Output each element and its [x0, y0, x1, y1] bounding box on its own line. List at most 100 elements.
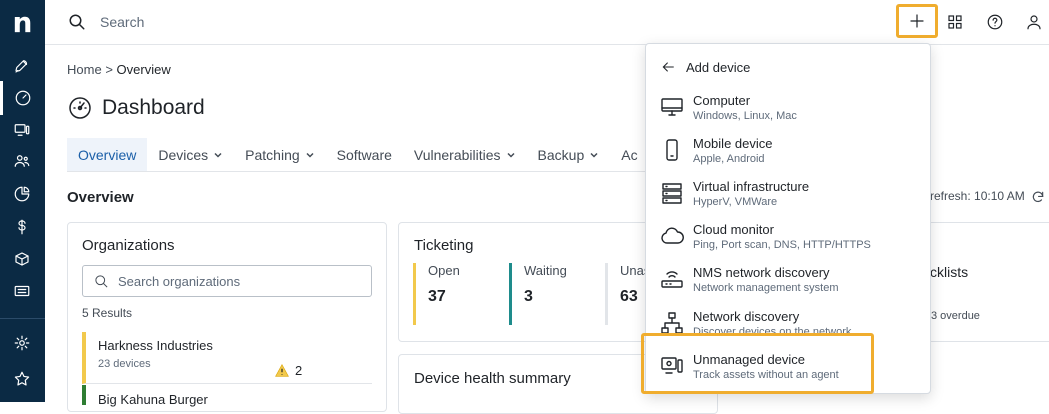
- gear-icon[interactable]: [11, 332, 33, 354]
- star-icon[interactable]: [11, 368, 33, 390]
- tab-label: Patching: [245, 146, 300, 163]
- user-button[interactable]: [1022, 10, 1046, 34]
- search-icon: [95, 275, 108, 288]
- box-icon[interactable]: [11, 248, 33, 270]
- page-header: Dashboard: [68, 96, 205, 120]
- menu-item-title: Computer: [693, 93, 751, 108]
- menu-item-title: Network discovery: [693, 309, 800, 324]
- chevron-down-icon: [214, 152, 222, 158]
- sidebar: n: [0, 0, 45, 402]
- menu-item-title: Mobile device: [693, 136, 773, 151]
- tab-vulnerabilities[interactable]: Vulnerabilities: [403, 138, 527, 171]
- search-input[interactable]: Search: [100, 14, 144, 30]
- menu-item-virtual-infrastructure[interactable]: Virtual infrastructure HyperV, VMWare: [646, 175, 930, 218]
- search-icon[interactable]: [68, 13, 86, 31]
- menu-item-nms-network-discovery[interactable]: NMS network discovery Network management…: [646, 261, 930, 304]
- menu-item-subtitle: Ping, Port scan, DNS, HTTP/HTTPS: [693, 239, 871, 251]
- dashboard-icon: [69, 97, 91, 119]
- add-device-header[interactable]: Add device: [660, 59, 750, 75]
- tab-patching[interactable]: Patching: [234, 138, 325, 171]
- server-icon: [660, 181, 684, 205]
- warning-icon: [275, 364, 289, 377]
- tab-software[interactable]: Software: [326, 138, 403, 171]
- org-name: Harkness Industries: [98, 338, 213, 353]
- tab-label: Overview: [78, 146, 137, 163]
- chevron-down-icon: [590, 152, 598, 158]
- tab-label: Software: [336, 146, 392, 163]
- breadcrumb-separator: >: [105, 62, 113, 77]
- mobile-device-icon: [660, 138, 684, 162]
- device-health-title: Device health summary: [414, 370, 571, 387]
- devices-icon[interactable]: [11, 119, 33, 141]
- ticketing-label: Open: [428, 263, 460, 278]
- warning-count: 2: [275, 363, 302, 378]
- menu-item-title: Virtual infrastructure: [693, 179, 810, 194]
- org-name: Big Kahuna Burger: [98, 392, 208, 407]
- refresh-icon[interactable]: [1031, 190, 1045, 204]
- ticketing-value: 37: [428, 288, 446, 305]
- ticketing-waiting[interactable]: Waiting 3: [509, 263, 567, 325]
- org-devices: 23 devices: [98, 358, 151, 370]
- page-title: Dashboard: [102, 96, 205, 119]
- cloud-icon: [660, 224, 684, 248]
- dollar-icon[interactable]: [11, 216, 33, 238]
- menu-item-mobile-device[interactable]: Mobile device Apple, Android: [646, 132, 930, 175]
- refresh-time: refresh: 10:10 AM: [930, 189, 1025, 203]
- network-icon: [660, 311, 684, 335]
- add-button[interactable]: [896, 4, 938, 38]
- checklists-overdue: 3 overdue: [931, 310, 980, 322]
- organizations-search-input[interactable]: Search organizations: [82, 265, 372, 297]
- top-bar: Search: [45, 0, 1049, 45]
- menu-item-subtitle: HyperV, VMWare: [693, 196, 778, 208]
- search-placeholder: Search organizations: [118, 274, 241, 289]
- user-icon: [1027, 15, 1041, 30]
- add-device-title: Add device: [686, 59, 751, 75]
- tab-backup[interactable]: Backup: [527, 138, 611, 171]
- organizations-title: Organizations: [82, 237, 175, 254]
- breadcrumb-home[interactable]: Home: [67, 62, 102, 77]
- chevron-down-icon: [507, 152, 515, 158]
- menu-item-cloud-monitor[interactable]: Cloud monitor Ping, Port scan, DNS, HTTP…: [646, 218, 930, 261]
- router-icon: [660, 267, 684, 291]
- apps-grid-button[interactable]: [943, 10, 967, 34]
- ticket-icon[interactable]: [11, 280, 33, 302]
- list-item[interactable]: Big Kahuna Burger: [82, 385, 372, 407]
- help-button[interactable]: [983, 10, 1007, 34]
- dashboard-icon[interactable]: [0, 81, 45, 115]
- overview-title: Overview: [67, 189, 134, 206]
- menu-item-subtitle: Network management system: [693, 282, 839, 294]
- ticketing-unassigned[interactable]: Unas 63: [605, 263, 650, 325]
- tab-label: Ac: [621, 146, 638, 163]
- rocket-icon[interactable]: [11, 55, 33, 77]
- ticketing-open[interactable]: Open 37: [413, 263, 460, 325]
- computer-icon: [660, 95, 684, 119]
- results-count: 5 Results: [82, 306, 133, 320]
- tab-activity[interactable]: Ac: [610, 138, 648, 171]
- grid-icon: [948, 15, 962, 29]
- tab-devices[interactable]: Devices: [147, 138, 234, 171]
- tab-bar: Overview Devices Patching Software Vulne…: [67, 138, 667, 172]
- menu-item-title: NMS network discovery: [693, 265, 830, 280]
- list-item[interactable]: Harkness Industries 23 devices: [82, 332, 372, 384]
- tab-label: Devices: [158, 146, 209, 163]
- warning-count-value: 2: [295, 363, 303, 378]
- tab-label: Backup: [537, 146, 585, 163]
- help-icon: [987, 14, 1003, 30]
- pie-chart-icon[interactable]: [11, 183, 33, 205]
- tab-label: Vulnerabilities: [413, 146, 501, 163]
- arrow-left-icon: [662, 62, 674, 72]
- menu-item-subtitle: Windows, Linux, Mac: [693, 110, 797, 122]
- ticketing-value: 3: [524, 288, 533, 305]
- unmanaged-device-highlight: [641, 333, 874, 394]
- logo[interactable]: n: [9, 8, 36, 38]
- plus-icon: [910, 14, 924, 28]
- ticketing-title: Ticketing: [414, 237, 474, 254]
- chevron-down-icon: [306, 152, 314, 158]
- menu-item-subtitle: Apple, Android: [693, 153, 765, 165]
- users-icon[interactable]: [11, 150, 33, 172]
- tab-overview[interactable]: Overview: [67, 138, 148, 171]
- checklists-title: cklists: [930, 264, 969, 280]
- breadcrumb: Home > Overview: [67, 62, 171, 77]
- sidebar-divider: [0, 318, 45, 319]
- menu-item-computer[interactable]: Computer Windows, Linux, Mac: [646, 89, 930, 132]
